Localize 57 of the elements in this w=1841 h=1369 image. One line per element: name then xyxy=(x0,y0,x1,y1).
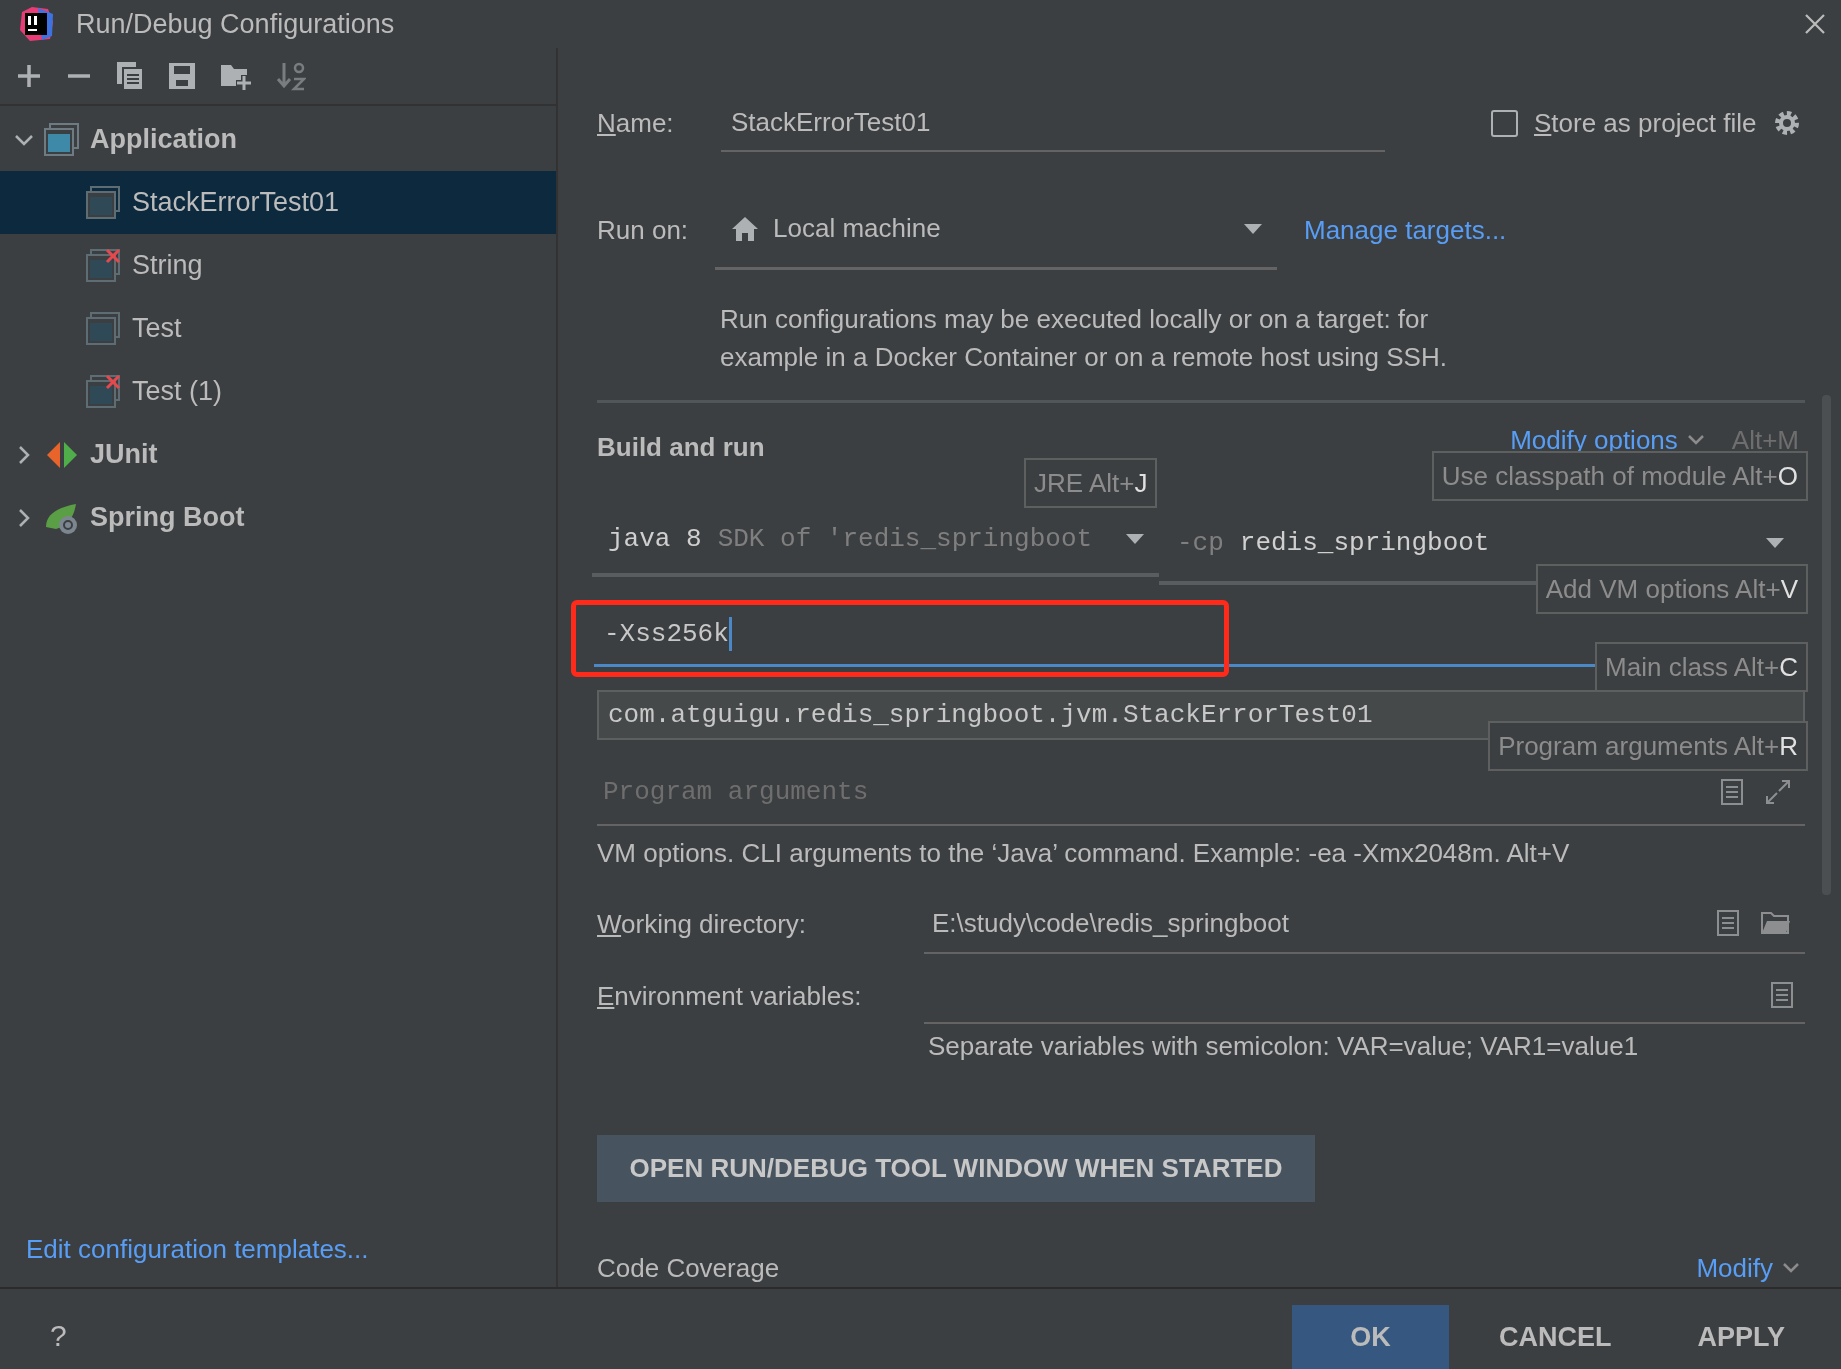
folder-icon[interactable] xyxy=(1761,911,1791,935)
dropdown-caret-icon xyxy=(1765,537,1785,549)
environment-variables-hint: Separate variables with semicolon: VAR=value; VAR1=value1 xyxy=(928,1030,1640,1063)
tree-item[interactable]: String xyxy=(0,234,556,297)
run-on-description: Run configurations may be executed locally or on a target: for example in a Docker Container or on a remote host using SSH. xyxy=(720,303,1448,374)
home-icon xyxy=(731,215,759,242)
run-on-label: Run on: xyxy=(597,214,690,246)
dropdown-caret-icon xyxy=(1125,533,1145,545)
run-on-dropdown[interactable]: Local machine xyxy=(715,190,1277,270)
document-icon[interactable] xyxy=(1717,910,1739,936)
shortcut-hint-popup: Use classpath of module Alt+O xyxy=(1431,451,1808,501)
section-title: Code Coverage xyxy=(597,1252,780,1284)
edit-templates-link[interactable]: Edit configuration templates... xyxy=(26,1234,369,1265)
shortcut-hint-popup: Main class Alt+C xyxy=(1595,642,1808,692)
error-mark-icon xyxy=(105,374,121,389)
tree-node-label[interactable]: Application xyxy=(90,124,237,155)
tree-item[interactable]: Test (1) xyxy=(0,360,556,423)
expand-icon[interactable] xyxy=(1765,779,1791,805)
tree-item[interactable]: StackErrorTest01 xyxy=(0,171,556,234)
chevron-icon[interactable] xyxy=(1783,1262,1799,1274)
help-button[interactable]: ? xyxy=(50,1319,67,1353)
tree-node-label[interactable]: JUnit xyxy=(90,439,158,470)
tree-node-label[interactable]: Spring Boot xyxy=(90,502,245,533)
cancel-button[interactable]: CANCEL xyxy=(1462,1305,1648,1369)
error-mark-icon xyxy=(105,248,121,263)
window-title: Run/Debug Configurations xyxy=(76,8,395,40)
working-directory-label: Working directory: xyxy=(597,908,808,940)
document-icon[interactable] xyxy=(1721,779,1743,805)
document-icon[interactable] xyxy=(1771,982,1793,1008)
store-as-project-checkbox[interactable] xyxy=(1491,109,1518,137)
text-cursor xyxy=(728,616,732,651)
open-tool-window-button[interactable]: OPEN RUN/DEBUG TOOL WINDOW WHEN STARTED xyxy=(597,1135,1315,1202)
save-icon[interactable] xyxy=(168,62,196,90)
vm-options-help-text: VM options. CLI arguments to the ‘Java’ command. Example: -ea -Xmx2048m. Alt+V xyxy=(597,837,1571,870)
apply-button[interactable]: APPLY xyxy=(1661,1305,1821,1369)
chevron-icon[interactable] xyxy=(1687,434,1704,446)
shortcut-hint-popup: Add VM options Alt+V xyxy=(1535,564,1808,614)
name-field[interactable]: StackErrorTest01 xyxy=(721,94,1385,152)
environment-variables-label: Environment variables: xyxy=(597,980,863,1012)
manage-targets-link[interactable]: Manage targets... xyxy=(1304,214,1507,246)
dropdown-caret-icon xyxy=(1243,222,1263,235)
application-icon xyxy=(44,122,80,157)
name-label: Name: xyxy=(597,107,675,139)
app-logo-icon xyxy=(18,6,54,42)
sort-icon[interactable] xyxy=(276,61,306,91)
close-icon[interactable] xyxy=(1803,12,1827,36)
store-as-project-label[interactable]: Store as project file xyxy=(1534,107,1757,139)
settings-icon[interactable] xyxy=(1772,109,1801,137)
ok-button[interactable]: OK xyxy=(1291,1305,1449,1369)
working-directory-field[interactable]: E:\study\code\redis_springboot xyxy=(924,894,1805,954)
section-title: Build and run xyxy=(597,431,765,463)
shortcut-hint-popup: JRE Alt+J xyxy=(1024,458,1158,508)
modify-link[interactable]: Modify xyxy=(1696,1252,1773,1284)
shortcut-hint-popup: Program arguments Alt+R xyxy=(1488,721,1808,771)
add-icon[interactable] xyxy=(16,63,42,89)
copy-icon[interactable] xyxy=(116,61,144,91)
tree-item[interactable]: Test xyxy=(0,297,556,360)
